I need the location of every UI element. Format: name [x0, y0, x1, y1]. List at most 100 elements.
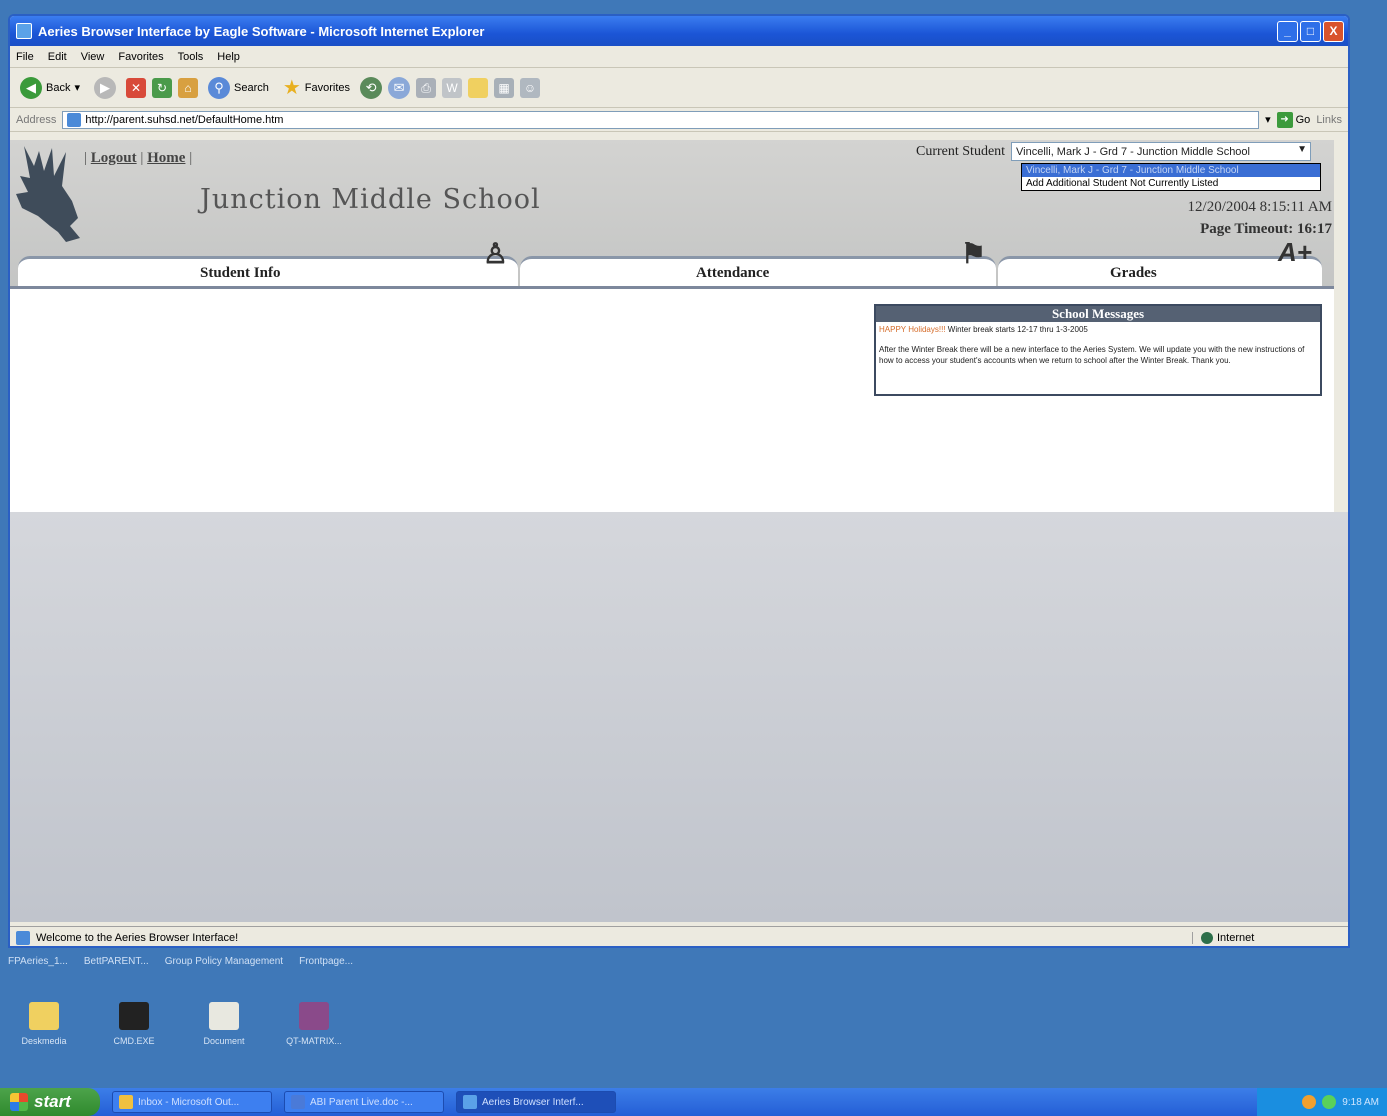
tab-attendance[interactable]: Attendance ⚑ [520, 239, 996, 286]
desktop-icons: Deskmedia CMD.EXE Document QT-MATRIX... [14, 1002, 344, 1046]
taskbar-item-outlook[interactable]: Inbox - Microsoft Out... [112, 1091, 272, 1113]
cmd-icon [119, 1002, 149, 1030]
history-icon[interactable]: ⟲ [360, 76, 383, 99]
menu-tools[interactable]: Tools [178, 51, 204, 63]
desk-icon: ⚑ [960, 239, 986, 270]
taskbar-item-ie[interactable]: Aeries Browser Interf... [456, 1091, 616, 1113]
desktop-label[interactable]: BettPARENT... [84, 956, 149, 967]
window-title: Aeries Browser Interface by Eagle Softwa… [38, 23, 485, 39]
toolbar: ◀ Back ▾ ▶ ✕ ↻ ⌂ ⚲ Search ★ Favorites ⟲ … [10, 68, 1348, 108]
logout-link[interactable]: Logout [91, 150, 137, 166]
document-icon [209, 1002, 239, 1030]
desktop-label[interactable]: Group Policy Management [165, 956, 283, 967]
student-icon: ♙ [482, 239, 508, 270]
address-url: http://parent.suhsd.net/DefaultHome.htm [85, 113, 284, 126]
maximize-button[interactable]: □ [1300, 20, 1321, 42]
current-student: Current Student Vincelli, Mark J - Grd 7… [916, 142, 1312, 161]
tray-icon[interactable] [1302, 1095, 1317, 1109]
holiday-greeting: HAPPY Holidays!!! [879, 325, 946, 334]
close-button[interactable]: X [1323, 20, 1344, 42]
desktop-top-labels: FPAeries_1... BettPARENT... Group Policy… [8, 956, 353, 967]
messenger-icon[interactable]: ☺ [520, 77, 541, 98]
globe-icon [1201, 931, 1213, 944]
tray-icon[interactable] [1322, 1095, 1337, 1109]
favorites-button[interactable]: ★ Favorites [279, 73, 354, 102]
mail-icon[interactable]: ✉ [388, 76, 411, 99]
student-select[interactable]: Vincelli, Mark J - Grd 7 - Junction Midd… [1011, 142, 1312, 161]
address-label: Address [16, 113, 57, 126]
windows-flag-icon [10, 1093, 28, 1111]
start-button[interactable]: start [0, 1088, 100, 1116]
desktop-icon[interactable]: CMD.EXE [104, 1002, 164, 1046]
taskbar-item-word[interactable]: ABI Parent Live.doc -... [284, 1091, 444, 1113]
ie-icon [16, 23, 32, 39]
page-icon [67, 112, 82, 127]
web-page: | Logout | Home | Junction Middle School… [10, 140, 1334, 512]
stop-icon[interactable]: ✕ [126, 77, 146, 98]
go-arrow-icon: ➜ [1276, 111, 1293, 128]
page-timeout-value: 16:17 [1297, 221, 1332, 237]
home-link[interactable]: Home [147, 150, 185, 166]
page-timeout-label: Page Timeout: [1200, 221, 1294, 237]
address-input[interactable]: http://parent.suhsd.net/DefaultHome.htm [62, 110, 1260, 129]
system-tray: 9:18 AM [1257, 1088, 1387, 1116]
menu-help[interactable]: Help [217, 51, 240, 63]
minimize-button[interactable]: _ [1277, 20, 1298, 42]
desktop-icon[interactable]: Deskmedia [14, 1002, 74, 1046]
taskbar: start Inbox - Microsoft Out... ABI Paren… [0, 1088, 1387, 1116]
print-icon[interactable]: ⎙ [416, 77, 437, 98]
school-messages-title: School Messages [876, 306, 1320, 322]
a-plus-icon: A+ [1278, 237, 1312, 267]
menu-bar: File Edit View Favorites Tools Help [10, 46, 1348, 68]
desktop-label[interactable]: FPAeries_1... [8, 956, 68, 967]
nav-tabs: Student Info ♙ Attendance ⚑ Grades A+ [10, 237, 1334, 288]
status-text: Welcome to the Aeries Browser Interface! [36, 931, 239, 944]
desktop-icon[interactable]: Document [194, 1002, 254, 1046]
menu-edit[interactable]: Edit [48, 51, 67, 63]
chevron-down-icon[interactable]: ▼ [1297, 144, 1307, 155]
clock[interactable]: 9:18 AM [1342, 1097, 1379, 1108]
security-zone: Internet [1192, 931, 1348, 944]
folder-icon [29, 1002, 59, 1030]
refresh-icon[interactable]: ↻ [152, 77, 172, 98]
title-bar[interactable]: Aeries Browser Interface by Eagle Softwa… [10, 16, 1348, 46]
tab-grades[interactable]: Grades A+ [998, 237, 1322, 286]
matrix-icon [299, 1002, 329, 1030]
menu-favorites[interactable]: Favorites [118, 51, 163, 63]
datetime-block: 12/20/2004 8:15:11 AM Page Timeout: 16:1… [1188, 196, 1332, 240]
chevron-down-icon: ▾ [74, 82, 80, 94]
forward-button[interactable]: ▶ [90, 75, 120, 101]
word-icon [291, 1095, 305, 1109]
school-messages-box: School Messages HAPPY Holidays!!! Winter… [874, 304, 1322, 396]
search-button[interactable]: ⚲ Search [204, 75, 273, 101]
desktop-icon[interactable]: QT-MATRIX... [284, 1002, 344, 1046]
outlook-icon [119, 1095, 133, 1109]
star-icon: ★ [282, 77, 301, 99]
forward-arrow-icon: ▶ [94, 76, 116, 99]
folder-icon[interactable] [468, 77, 489, 98]
tabs-underline [10, 286, 1334, 289]
menu-file[interactable]: File [16, 51, 34, 63]
back-button[interactable]: ◀ Back ▾ [16, 75, 84, 101]
address-dropdown-icon[interactable]: ▾ [1265, 113, 1271, 126]
school-name: Junction Middle School [200, 184, 541, 215]
research-icon[interactable]: ▦ [494, 77, 515, 98]
dropdown-option[interactable]: Add Additional Student Not Currently Lis… [1022, 177, 1320, 190]
page-icon [16, 930, 30, 945]
current-datetime: 12/20/2004 8:15:11 AM [1187, 199, 1332, 215]
links-button[interactable]: Links [1316, 114, 1342, 126]
student-dropdown-list: Vincelli, Mark J - Grd 7 - Junction Midd… [1021, 163, 1321, 191]
interface-announcement: After the Winter Break there will be a n… [879, 345, 1305, 365]
edit-icon[interactable]: W [442, 77, 463, 98]
home-icon[interactable]: ⌂ [178, 77, 198, 98]
back-arrow-icon: ◀ [20, 76, 42, 99]
tab-student-info[interactable]: Student Info ♙ [18, 239, 518, 286]
go-button[interactable]: ➜ Go [1276, 111, 1310, 128]
desktop-label[interactable]: Frontpage... [299, 956, 353, 967]
dropdown-option[interactable]: Vincelli, Mark J - Grd 7 - Junction Midd… [1022, 164, 1320, 177]
menu-view[interactable]: View [81, 51, 105, 63]
eagle-logo-icon [16, 146, 80, 242]
address-bar: Address http://parent.suhsd.net/DefaultH… [10, 108, 1348, 132]
page-empty-area [10, 512, 1348, 922]
current-student-label: Current Student [916, 143, 1006, 159]
